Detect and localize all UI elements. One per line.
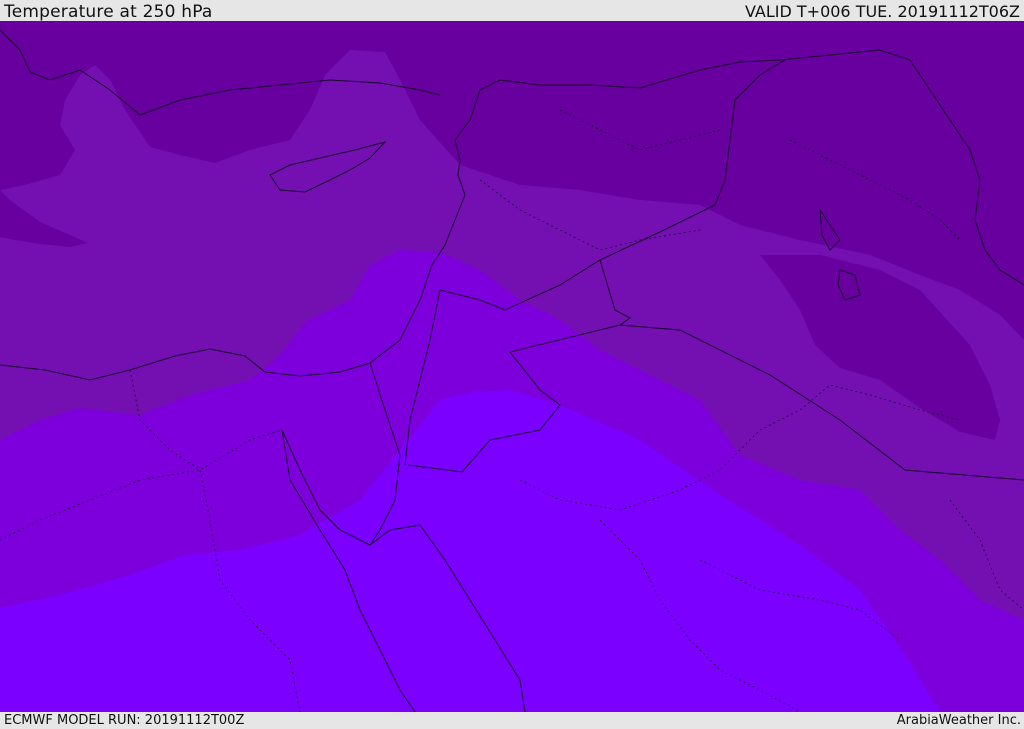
footer-bar: ECMWF MODEL RUN: 20191112T00Z ArabiaWeat…: [0, 712, 1024, 729]
valid-time-label: VALID T+006 TUE. 20191112T06Z: [744, 2, 1020, 21]
model-run-label: ECMWF MODEL RUN: 20191112T00Z: [4, 713, 245, 728]
header-bar: Temperature at 250 hPa VALID T+006 TUE. …: [0, 0, 1024, 21]
temperature-map: [0, 21, 1024, 712]
map-title: Temperature at 250 hPa: [4, 2, 213, 22]
credit-label: ArabiaWeather Inc.: [896, 713, 1021, 728]
